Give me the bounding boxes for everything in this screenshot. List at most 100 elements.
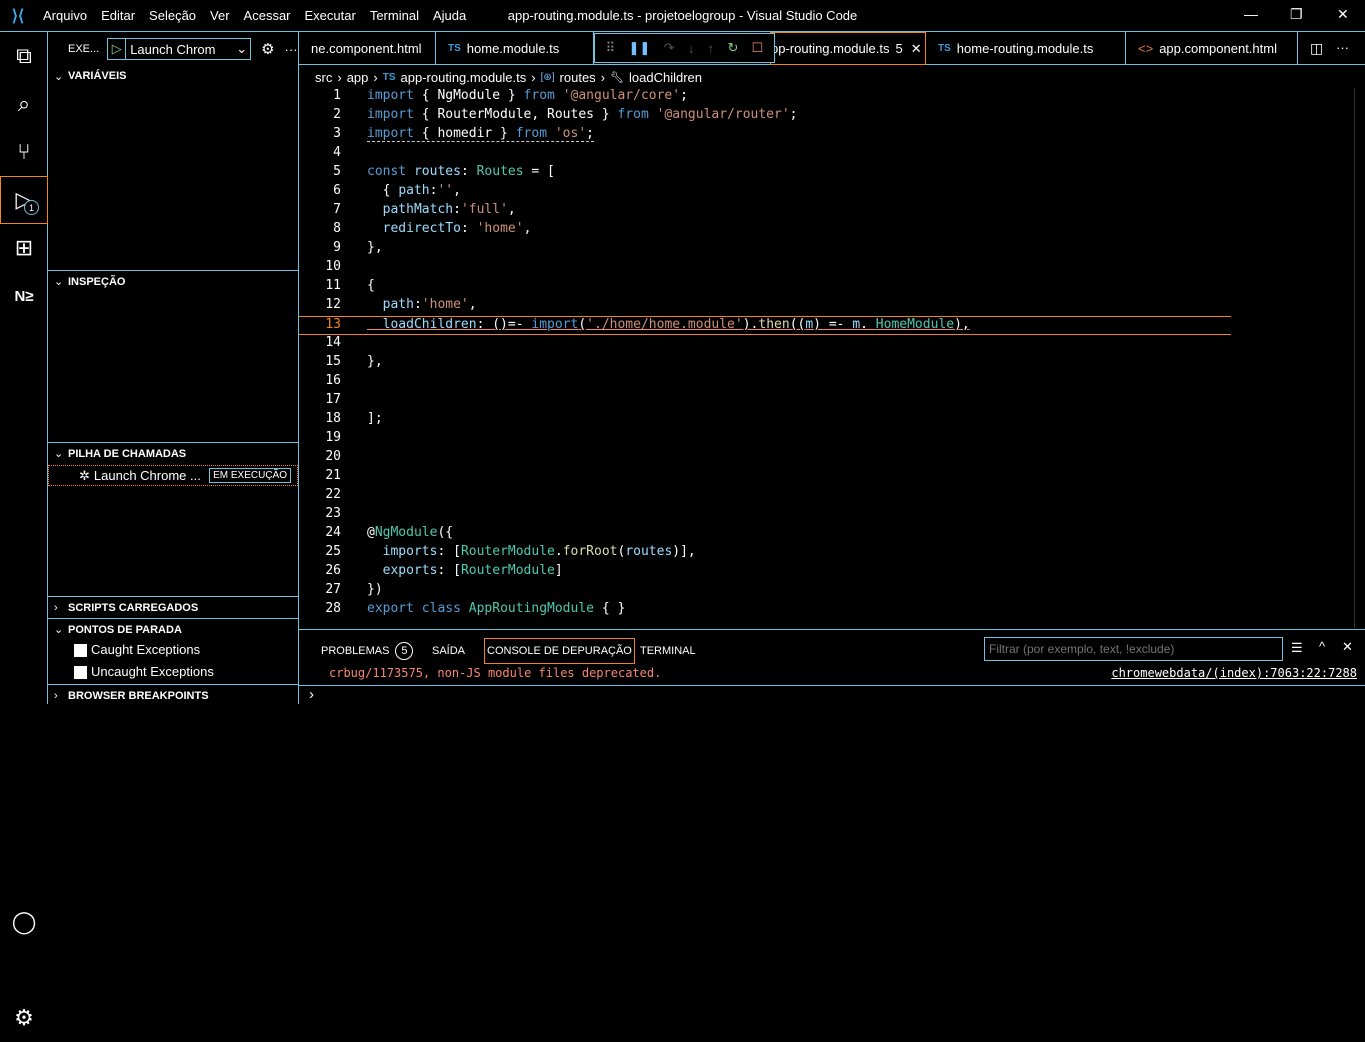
search-icon[interactable]: ⌕ bbox=[0, 80, 48, 128]
line-number: 5 bbox=[333, 164, 341, 179]
variable-icon: [⊛] bbox=[540, 71, 555, 83]
breakpoint-label: Uncaught Exceptions bbox=[91, 664, 214, 679]
extensions-icon[interactable]: ⊞ bbox=[0, 224, 48, 272]
menu-0[interactable]: Arquivo bbox=[36, 8, 94, 23]
menu-1[interactable]: Editar bbox=[94, 8, 142, 23]
section-scripts[interactable]: › SCRIPTS CARREGADOS bbox=[48, 596, 298, 618]
tab-debug-console[interactable]: CONSOLE DE DEPURAÇÃO bbox=[484, 638, 635, 664]
code-token: from bbox=[617, 107, 649, 122]
code-token: 'home' bbox=[476, 221, 524, 236]
menu-4[interactable]: Acessar bbox=[237, 8, 298, 23]
checkbox[interactable] bbox=[74, 644, 87, 658]
breadcrumb-item[interactable]: loadChildren bbox=[629, 70, 702, 85]
section-variables[interactable]: ⌄ VARIÁVEIS bbox=[48, 65, 298, 87]
editor-tab[interactable]: <> app.component.html bbox=[1126, 32, 1298, 65]
code-token: : [ bbox=[437, 563, 461, 578]
tab-problems[interactable]: PROBLEMAS 5 bbox=[319, 638, 415, 664]
code-token: : bbox=[453, 202, 461, 217]
editor-tab[interactable]: pp-routing.module.ts 5 ✕ bbox=[770, 32, 926, 65]
pause-icon[interactable]: ❚❚ bbox=[629, 40, 651, 56]
line-number: 20 bbox=[325, 449, 341, 464]
editor-tab[interactable]: TS home-routing.module.ts bbox=[926, 32, 1126, 65]
section-callstack[interactable]: ⌄ PILHA DE CHAMADAS bbox=[48, 442, 298, 464]
editor-tab[interactable]: ne.component.html bbox=[299, 32, 436, 65]
tab-output[interactable]: SAÍDA bbox=[430, 638, 467, 664]
breadcrumb-item[interactable]: app-routing.module.ts bbox=[401, 70, 527, 85]
code-token: , bbox=[507, 202, 516, 217]
maximize-button[interactable]: ❐ bbox=[1290, 6, 1303, 23]
section-watch[interactable]: ⌄ INSPEÇÃO bbox=[48, 270, 298, 292]
code-token: redirectTo bbox=[382, 221, 461, 236]
run-debug-icon[interactable]: ▷ 1 bbox=[0, 176, 48, 224]
scrollbar[interactable] bbox=[1354, 88, 1365, 628]
menu-6[interactable]: Terminal bbox=[363, 8, 426, 23]
tab-label: PROBLEMAS bbox=[321, 645, 390, 657]
breakpoint-uncaught[interactable]: Uncaught Exceptions bbox=[74, 664, 214, 680]
breakpoint-caught[interactable]: Caught Exceptions bbox=[74, 642, 200, 658]
code-text: }) bbox=[367, 582, 383, 597]
stop-icon[interactable]: ☐ bbox=[752, 40, 764, 56]
editor-tab[interactable]: TS home.module.ts bbox=[436, 32, 594, 65]
code-editor[interactable]: 1 import { NgModule } from '@angular/core… bbox=[299, 88, 1365, 628]
prompt-icon: › bbox=[309, 686, 314, 703]
source-link[interactable]: chromewebdata/(index):7063:22:7288 bbox=[1111, 666, 1357, 680]
explorer-icon[interactable]: ⧉ bbox=[0, 32, 48, 80]
step-into-icon[interactable]: ↓ bbox=[688, 41, 695, 56]
maximize-panel-icon[interactable]: ^ bbox=[1319, 639, 1325, 654]
filter-input[interactable] bbox=[984, 637, 1283, 661]
code-token: forRoot bbox=[562, 544, 618, 559]
console-message: crbug/1173575, non-JS module files depre… bbox=[329, 666, 662, 680]
code-token: : bbox=[413, 297, 422, 312]
checkbox[interactable] bbox=[74, 666, 87, 680]
gear-icon[interactable]: ⚙ bbox=[261, 40, 274, 58]
more-icon[interactable]: ··· bbox=[1336, 40, 1349, 55]
menu-7[interactable]: Ajuda bbox=[426, 8, 473, 23]
tab-terminal[interactable]: TERMINAL bbox=[638, 638, 698, 664]
start-debug-icon[interactable]: ▷ bbox=[108, 39, 127, 59]
breadcrumb-item[interactable]: app bbox=[347, 70, 369, 85]
menu-2[interactable]: Seleção bbox=[142, 8, 203, 23]
code-token: }) bbox=[367, 582, 383, 597]
console-input[interactable]: › bbox=[299, 685, 1365, 705]
line-number: 7 bbox=[333, 202, 341, 217]
callstack-item[interactable]: ✲ Launch Chrome ... EM EXECUÇÃO bbox=[48, 465, 298, 486]
close-button[interactable]: ✕ bbox=[1337, 6, 1349, 23]
menu-3[interactable]: Ver bbox=[203, 8, 237, 23]
close-panel-icon[interactable]: ✕ bbox=[1342, 639, 1353, 655]
line-number: 19 bbox=[325, 430, 341, 445]
code-token: (( bbox=[789, 317, 806, 332]
breadcrumb-item[interactable]: src bbox=[315, 70, 332, 85]
more-icon[interactable]: ··· bbox=[285, 42, 298, 57]
drag-handle-icon[interactable]: ⠿ bbox=[606, 40, 616, 56]
code-token: }, bbox=[367, 354, 383, 369]
code-line: 28 export class AppRoutingModule { } bbox=[299, 601, 1299, 620]
code-text: import { NgModule } from '@angular/core'… bbox=[367, 88, 688, 103]
line-number: 2 bbox=[333, 107, 341, 122]
status-badge: EM EXECUÇÃO bbox=[209, 468, 291, 483]
section-browser-breakpoints[interactable]: › BROWSER BREAKPOINTS bbox=[48, 684, 298, 706]
source-control-icon[interactable]: ⑂ bbox=[0, 128, 48, 176]
menu-5[interactable]: Executar bbox=[298, 8, 363, 23]
code-token: import bbox=[531, 317, 579, 332]
restart-icon[interactable]: ↻ bbox=[727, 40, 738, 56]
chevron-down-icon: ⌄ bbox=[54, 276, 64, 288]
gear-icon[interactable]: ⚙ bbox=[0, 994, 48, 1042]
close-tab-icon[interactable]: ✕ bbox=[911, 41, 922, 57]
callstack-label: Launch Chrome ... bbox=[93, 468, 201, 483]
step-over-icon[interactable]: ↷ bbox=[664, 40, 675, 56]
code-token: exports bbox=[382, 563, 438, 578]
launch-config-select[interactable]: ▷ Launch Chrom ⌄ bbox=[107, 38, 252, 60]
nx-console-icon[interactable]: N≥ bbox=[0, 272, 48, 320]
breadcrumb-item[interactable]: routes bbox=[560, 70, 596, 85]
minimize-button[interactable]: — bbox=[1244, 6, 1258, 22]
code-token: . bbox=[860, 317, 876, 332]
section-breakpoints[interactable]: ⌄ PONTOS DE PARADA bbox=[48, 618, 298, 640]
split-editor-icon[interactable]: ◫ bbox=[1310, 40, 1323, 57]
step-out-icon[interactable]: ↑ bbox=[708, 41, 715, 56]
account-icon[interactable]: ◯ bbox=[0, 898, 48, 946]
code-token: : [ bbox=[437, 544, 461, 559]
code-token: : ()=- bbox=[476, 317, 532, 332]
clear-console-icon[interactable]: ☰ bbox=[1291, 640, 1303, 656]
